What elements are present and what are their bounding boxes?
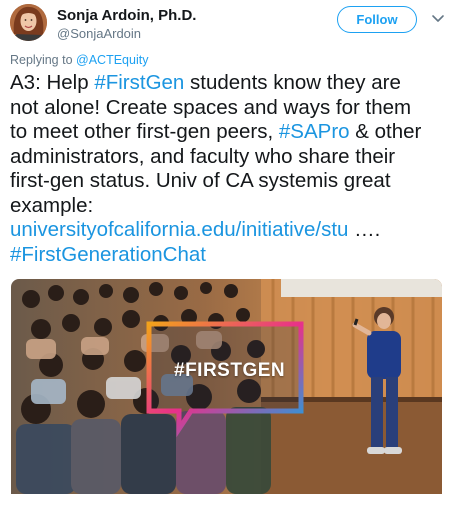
avatar[interactable] — [10, 4, 47, 41]
replying-prefix: Replying to — [10, 53, 73, 67]
reply-mention-link[interactable]: @ACTEquity — [76, 53, 148, 67]
tweet-line: A3: Help #FirstGen students know they ar… — [10, 71, 455, 96]
tweet-line: example: — [10, 193, 94, 217]
author-handle[interactable]: @SonjaArdoin — [57, 26, 141, 41]
tweet-line: administrators, and faculty who share th… — [10, 144, 396, 168]
firstgen-overlay-text: #FIRSTGEN — [174, 360, 286, 381]
chevron-down-icon[interactable] — [430, 10, 446, 26]
tweet: Sonja Ardoin, Ph.D. @SonjaArdoin Follow … — [0, 0, 461, 505]
tweet-text-segment: A3: Help — [10, 71, 95, 94]
tweet-text: A3: Help #FirstGen students know they ar… — [10, 71, 455, 267]
tweet-line: #FirstGenerationChat — [10, 243, 455, 268]
hashtag-sapro-link[interactable]: #SAPro — [279, 120, 350, 143]
tweet-photo[interactable]: #FIRSTGEN — [11, 279, 442, 494]
tweet-text-segment: students know they are — [184, 71, 401, 94]
tweet-text-segment: & other — [349, 120, 422, 143]
replying-to: Replying to @ACTEquity — [10, 53, 148, 67]
tweet-line: not alone! Create spaces and ways for th… — [10, 95, 412, 119]
hashtag-firstgen-link[interactable]: #FirstGen — [94, 71, 184, 94]
url-ellipsis: …. — [348, 218, 381, 241]
follow-button[interactable]: Follow — [337, 6, 417, 33]
tweet-line: universityofcalifornia.edu/initiative/st… — [10, 218, 455, 243]
author-name[interactable]: Sonja Ardoin, Ph.D. — [57, 7, 196, 24]
tweet-line: to meet other first-gen peers, #SAPro & … — [10, 120, 455, 145]
url-link[interactable]: universityofcalifornia.edu/initiative/st… — [10, 218, 348, 241]
tweet-line: first-gen status. Univ of CA systemis gr… — [10, 169, 391, 192]
hashtag-firstgenerationchat-link[interactable]: #FirstGenerationChat — [10, 243, 206, 266]
tweet-text-segment: to meet other first-gen peers, — [10, 120, 279, 143]
